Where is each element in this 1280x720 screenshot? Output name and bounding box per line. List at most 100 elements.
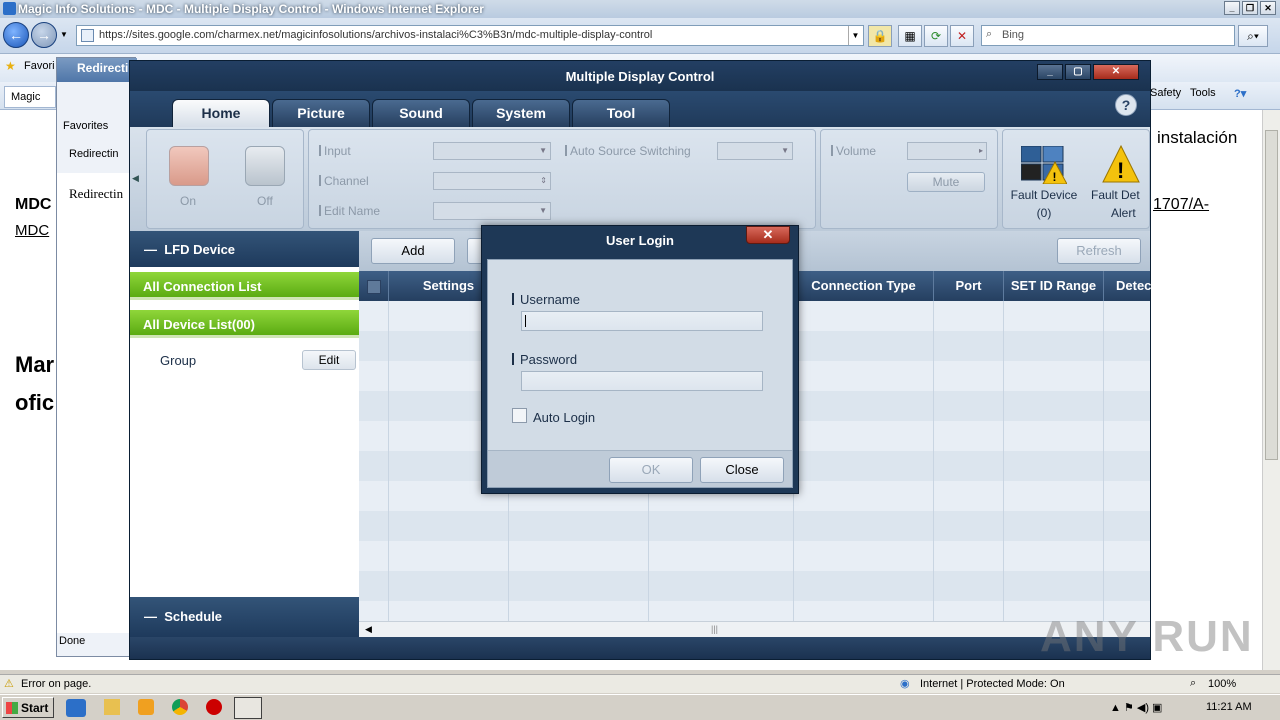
mdc-title: Multiple Display Control — [565, 69, 715, 84]
schedule-header[interactable]: — Schedule — [130, 597, 359, 637]
page-link-mdc[interactable]: MDC — [15, 222, 49, 239]
mdc-minimize-button[interactable]: _ — [1037, 64, 1063, 80]
auto-source-select[interactable]: ▼ — [717, 142, 793, 160]
ie-status-bar: ⚠ Error on page. ◉ Internet | Protected … — [0, 674, 1280, 693]
tab-sound[interactable]: Sound — [372, 99, 470, 127]
password-field[interactable] — [521, 371, 763, 391]
add-button[interactable]: Add — [371, 238, 455, 264]
ie-tab[interactable]: Magic — [4, 86, 56, 108]
zoom-level[interactable]: 100% — [1208, 678, 1236, 690]
col-port[interactable]: Port — [934, 271, 1004, 301]
scroll-grip-icon[interactable]: ||| — [711, 624, 718, 634]
search-input[interactable]: ⌕ Bing — [981, 25, 1235, 46]
col-connection-type[interactable]: Connection Type — [794, 271, 934, 301]
power-off-label: Off — [257, 194, 273, 208]
mdc-title-bar: Multiple Display Control _ ▢ ✕ — [130, 61, 1150, 91]
help-icon[interactable]: ? — [1115, 94, 1137, 116]
warning-icon[interactable]: ⚠ — [4, 677, 14, 690]
input-panel: Input ▼ Channel ⇕ Edit Name ▼ Auto Sourc… — [308, 129, 816, 229]
zoom-icon[interactable]: ⌕ — [1190, 677, 1196, 690]
search-placeholder: Bing — [1002, 29, 1025, 41]
volume-slider[interactable]: ▸ — [907, 142, 987, 160]
refresh-button[interactable]: Refresh — [1057, 238, 1141, 264]
zone-text: Internet | Protected Mode: On — [920, 678, 1065, 690]
collapse-icon: — — [144, 242, 157, 257]
scroll-left-icon[interactable]: ◀ — [365, 624, 372, 635]
lock-icon[interactable]: 🔒 — [868, 25, 892, 47]
safety-menu[interactable]: Safety — [1150, 87, 1181, 99]
col-set-id-range[interactable]: SET ID Range — [1004, 271, 1104, 301]
page-text-mdc: MDC — [15, 196, 52, 213]
stop-icon[interactable]: ✕ — [950, 25, 974, 47]
url-text: https://sites.google.com/charmex.net/mag… — [99, 29, 653, 41]
ie-app-icon — [3, 2, 16, 15]
col-detect[interactable]: Detec — [1104, 271, 1151, 301]
volume-panel: Volume ▸ Mute — [820, 129, 998, 229]
url-input[interactable]: https://sites.google.com/charmex.net/mag… — [76, 25, 864, 46]
ie-window-title: Magic Info Solutions - MDC - Multiple Di… — [18, 2, 484, 16]
tab-home[interactable]: Home — [172, 99, 270, 127]
mdc-taskbar-button[interactable] — [234, 697, 262, 719]
ie-close-button[interactable]: ✕ — [1260, 1, 1276, 15]
group-label[interactable]: Group — [160, 353, 196, 368]
svg-text:!: ! — [1053, 170, 1057, 184]
lfd-device-header[interactable]: — LFD Device — [130, 231, 359, 267]
chrome-taskbar-icon[interactable] — [172, 699, 188, 715]
username-field[interactable] — [521, 311, 763, 331]
status-text[interactable]: Error on page. — [21, 678, 91, 690]
favorites-label[interactable]: Favori — [24, 60, 55, 72]
back-button[interactable]: ← — [3, 22, 29, 48]
all-connection-list[interactable]: All Connection List — [130, 272, 359, 300]
edit-name-select[interactable]: ▼ — [433, 202, 551, 220]
mdc-maximize-button[interactable]: ▢ — [1065, 64, 1091, 80]
refresh-icon[interactable]: ⟳ — [924, 25, 948, 47]
grid-hscrollbar[interactable]: ◀ ||| — [359, 621, 1150, 637]
search-button[interactable]: ⌕▾ — [1238, 25, 1268, 47]
power-off-icon[interactable] — [245, 146, 285, 186]
ie-restore-button[interactable]: ❐ — [1242, 1, 1258, 15]
tray-icons[interactable]: ▲ ⚑ ◀) ▣ — [1110, 701, 1162, 714]
favorites-star-icon[interactable]: ★ — [5, 59, 16, 73]
explorer-taskbar-icon[interactable] — [104, 699, 120, 715]
tab-picture[interactable]: Picture — [272, 99, 370, 127]
ribbon-left-arrow-icon[interactable]: ◀ — [132, 173, 139, 184]
media-taskbar-icon[interactable] — [138, 699, 154, 715]
fault-device-icon[interactable]: ! — [1020, 145, 1068, 185]
channel-stepper[interactable]: ⇕ — [433, 172, 551, 190]
ok-button[interactable]: OK — [609, 457, 693, 483]
fault-alert-icon[interactable]: ! — [1101, 144, 1141, 183]
page-link-right[interactable]: 1707/A- — [1153, 196, 1209, 214]
compat-view-icon[interactable]: ▦ — [898, 25, 922, 47]
ie-taskbar-icon[interactable] — [66, 699, 86, 717]
all-device-list[interactable]: All Device List(00) — [130, 310, 359, 338]
page-heading-part1: Mar — [15, 352, 55, 377]
watermark-logo: ANY RUN — [1040, 612, 1254, 661]
dialog-close-icon[interactable]: ✕ — [746, 226, 790, 244]
mdc-close-button[interactable]: ✕ — [1093, 64, 1139, 80]
start-button[interactable]: Start — [2, 697, 54, 718]
windows-logo-icon — [6, 702, 18, 714]
page-scrollbar[interactable] — [1262, 110, 1280, 670]
select-all-checkbox[interactable] — [359, 271, 389, 301]
bing-search-icon: ⌕ — [986, 28, 993, 40]
history-dropdown-icon[interactable]: ▼ — [60, 30, 68, 39]
power-on-icon[interactable] — [169, 146, 209, 186]
inner-favorites[interactable]: Favorites — [63, 120, 108, 132]
url-dropdown-icon[interactable]: ▼ — [848, 26, 862, 45]
clock[interactable]: 11:21 AM — [1206, 701, 1252, 713]
close-button[interactable]: Close — [700, 457, 784, 483]
ie-minimize-button[interactable]: _ — [1224, 1, 1240, 15]
schedule-label: Schedule — [164, 609, 223, 624]
forward-button[interactable]: → — [31, 22, 57, 48]
auto-login-checkbox[interactable] — [512, 408, 527, 423]
opera-taskbar-icon[interactable] — [206, 699, 222, 715]
scrollbar-thumb[interactable] — [1265, 130, 1278, 460]
input-select[interactable]: ▼ — [433, 142, 551, 160]
tab-tool[interactable]: Tool — [572, 99, 670, 127]
tools-menu[interactable]: Tools — [1190, 87, 1216, 99]
inner-tab2[interactable]: Redirectin — [69, 148, 119, 160]
help-icon[interactable]: ?▾ — [1234, 87, 1246, 100]
mute-button[interactable]: Mute — [907, 172, 985, 192]
tab-system[interactable]: System — [472, 99, 570, 127]
group-edit-button[interactable]: Edit — [302, 350, 356, 370]
